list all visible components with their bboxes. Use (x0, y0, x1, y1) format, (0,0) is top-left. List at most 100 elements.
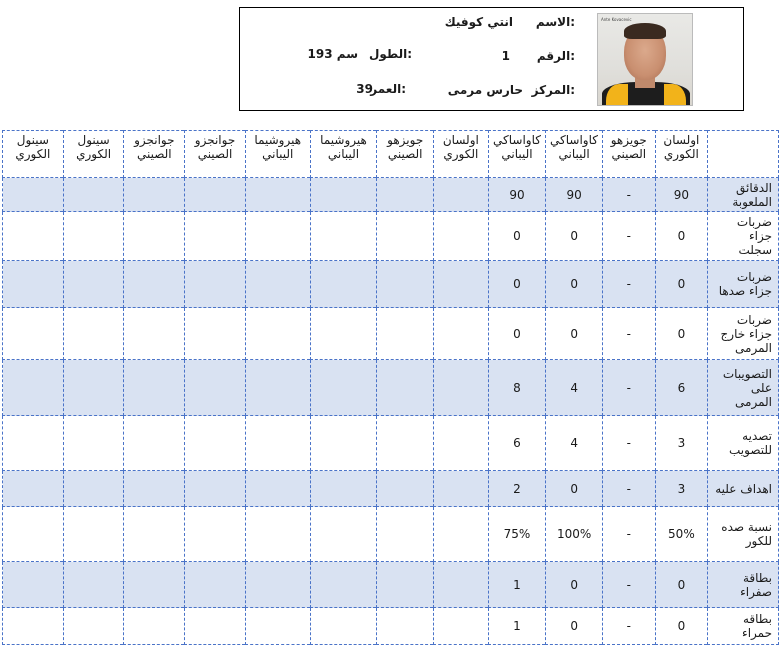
row-label: ضربات جزاء صدها (707, 260, 779, 308)
stat-cell (309, 506, 378, 562)
stat-cell (376, 260, 435, 308)
stat-cell (244, 607, 311, 645)
stat-cell (62, 307, 125, 360)
player-name: انتي كوفيك (444, 15, 513, 29)
height-label: الطول: (368, 47, 412, 61)
stat-cell: 4 (545, 359, 603, 416)
stat-cell (62, 470, 125, 507)
stat-cell: - (601, 607, 656, 645)
header-cell: جويزهو الصيني (376, 130, 435, 178)
table-row: ضربات جزاء صدها 0-0 0 (2, 260, 779, 308)
stat-cell (123, 260, 186, 308)
player-height: 193 سم (307, 47, 358, 61)
stat-cell (184, 561, 246, 608)
stat-cell: - (601, 415, 656, 471)
stat-cell (2, 561, 64, 608)
stat-cell (62, 506, 125, 562)
stat-cell: - (601, 307, 656, 360)
position-label: المركز: (531, 83, 575, 97)
header-cell: سينول الكوري (2, 130, 64, 178)
row-label: ضربات جزاء سجلت (707, 211, 779, 261)
stat-cell: - (601, 260, 656, 308)
stat-cell: 0 (545, 561, 603, 608)
table-row: ضربات جزاء سجلت 0-0 0 (2, 211, 779, 261)
stat-cell: 90 (545, 177, 603, 212)
player-position: حارس مرمى (447, 83, 523, 97)
stat-cell (2, 307, 64, 360)
stat-cell (376, 177, 435, 212)
stat-cell (62, 177, 125, 212)
stat-cell (62, 211, 125, 261)
stat-cell: 4 (545, 415, 603, 471)
age-label: العمر: (370, 82, 406, 96)
table-row: نسبة صده للكور 50% -100% 75% (2, 506, 779, 562)
stat-cell: - (601, 470, 656, 507)
stat-cell (309, 211, 378, 261)
player-number: 1 (501, 49, 510, 63)
stat-cell (2, 607, 64, 645)
header-cell: هيروشيما اليباني (309, 130, 378, 178)
table-row: بطاقة صفراء 0-0 1 (2, 561, 779, 608)
stat-cell: 2 (487, 470, 547, 507)
stat-cell (244, 260, 311, 308)
stat-cell (309, 561, 378, 608)
stat-cell (433, 307, 489, 360)
player-age: 39 (356, 82, 373, 96)
stat-cell (244, 506, 311, 562)
row-label: بطاقة صفراء (707, 561, 779, 608)
stat-cell (309, 607, 378, 645)
header-cell: كاواساكي اليباني (487, 130, 547, 178)
stat-cell (376, 470, 435, 507)
stat-cell: 0 (545, 260, 603, 308)
stat-cell (2, 177, 64, 212)
stat-cell (433, 415, 489, 471)
stat-cell (433, 359, 489, 416)
stat-cell (376, 561, 435, 608)
stat-cell: 0 (487, 211, 547, 261)
row-label: تصديه للتصويب (707, 415, 779, 471)
stat-cell: 3 (654, 415, 709, 471)
stat-cell (376, 415, 435, 471)
stat-cell (244, 211, 311, 261)
stat-cell (123, 359, 186, 416)
header-row: اولسان الكوري جويزهو الصيني كاواساكي الي… (2, 130, 779, 178)
stat-cell (123, 211, 186, 261)
stat-cell: - (601, 506, 656, 562)
table-row: التصويبات على المرمى 6-4 8 (2, 359, 779, 416)
stat-cell (62, 415, 125, 471)
number-label: الرقم: (536, 49, 575, 63)
stat-cell (62, 607, 125, 645)
stat-cell: 0 (487, 307, 547, 360)
stat-cell: 0 (545, 470, 603, 507)
stat-cell (123, 506, 186, 562)
stat-cell (184, 307, 246, 360)
stat-cell (184, 506, 246, 562)
header-cell: سينول الكوري (62, 130, 125, 178)
stat-cell: 0 (654, 607, 709, 645)
table-row: بطاقه حمراء 0-0 1 (2, 607, 779, 645)
stat-cell (309, 307, 378, 360)
stat-cell: 50% (654, 506, 709, 562)
stat-cell (433, 561, 489, 608)
stat-cell (309, 177, 378, 212)
stat-cell (433, 260, 489, 308)
player-card: Ante Kovacevic الاسم: انتي كوفيك الرقم: … (239, 7, 744, 111)
stat-cell (433, 607, 489, 645)
stat-cell (309, 470, 378, 507)
stat-cell (244, 359, 311, 416)
stat-cell (433, 470, 489, 507)
stat-cell: 6 (654, 359, 709, 416)
stat-cell: 90 (654, 177, 709, 212)
stat-cell (433, 177, 489, 212)
row-label: ضربات جزاء خارج المرمى (707, 307, 779, 360)
stat-cell (184, 415, 246, 471)
table-row: تصديه للتصويب 3-4 6 (2, 415, 779, 471)
stat-cell (2, 359, 64, 416)
header-cell: كاواساكي اليباني (545, 130, 603, 178)
photo-caption: Ante Kovacevic (601, 17, 632, 22)
stat-cell (184, 177, 246, 212)
stat-cell: 0 (654, 307, 709, 360)
stat-cell (123, 415, 186, 471)
stat-cell (244, 561, 311, 608)
stat-cell (184, 359, 246, 416)
